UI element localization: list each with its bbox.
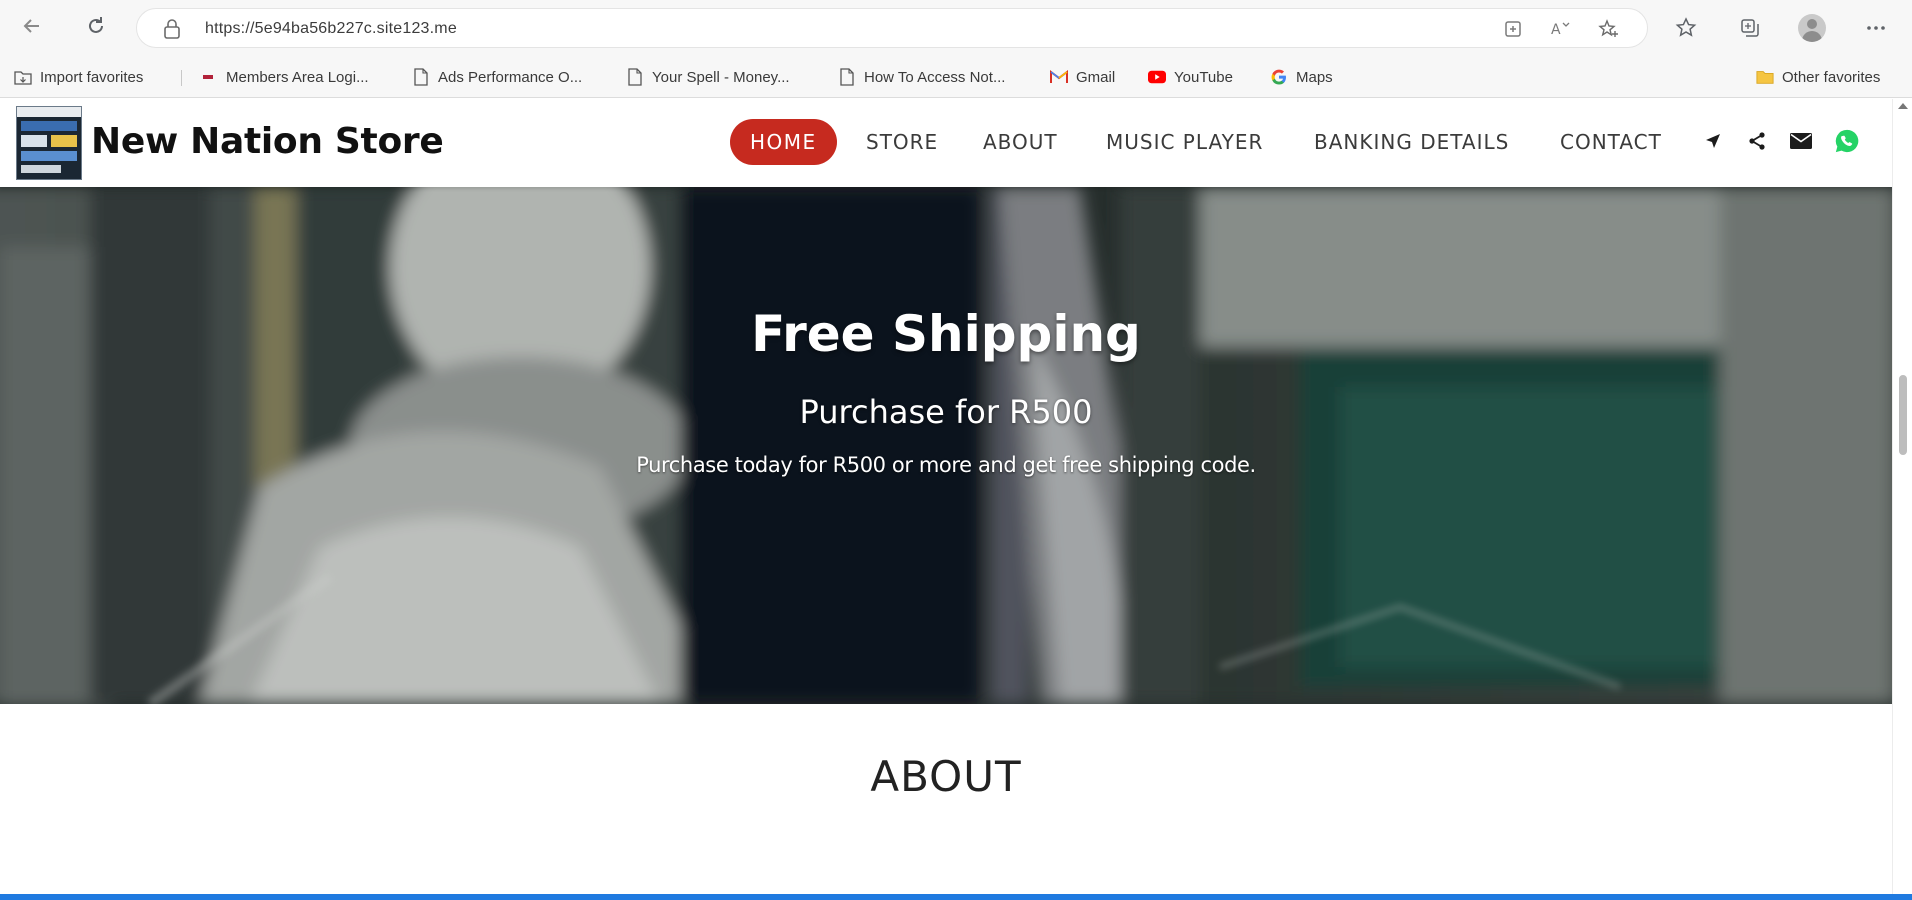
nav-music-player[interactable]: MUSIC PLAYER <box>1106 119 1263 165</box>
hero-description: Purchase today for R500 or more and get … <box>636 453 1256 477</box>
reload-icon <box>89 17 103 33</box>
scroll-up-arrow-icon[interactable] <box>1898 103 1908 109</box>
add-favorite-icon[interactable] <box>1597 17 1621 41</box>
bookmark-separator <box>181 70 182 86</box>
envelope-icon[interactable] <box>1788 128 1814 154</box>
favorites-star-icon <box>1675 17 1697 37</box>
site-logo[interactable] <box>16 106 82 180</box>
nav-store[interactable]: STORE <box>866 119 938 165</box>
site-title[interactable]: New Nation Store <box>91 121 444 162</box>
hero-banner: Free Shipping Purchase for R500 Purchase… <box>0 187 1892 704</box>
back-button[interactable] <box>12 6 52 46</box>
bookmark-label: Maps <box>1296 68 1333 86</box>
page-scrollbar[interactable] <box>1892 99 1912 900</box>
reload-button[interactable] <box>76 6 116 46</box>
collections-button[interactable] <box>1730 8 1770 48</box>
bookmark-your-spell[interactable]: Your Spell - Money... <box>626 65 790 89</box>
folder-import-icon <box>14 68 32 86</box>
read-aloud-icon[interactable]: A <box>1549 17 1573 41</box>
nav-home[interactable]: HOME <box>730 119 837 165</box>
profile-button[interactable] <box>1792 8 1832 48</box>
bookmark-label: Ads Performance O... <box>438 68 583 86</box>
bookmark-maps[interactable]: Maps <box>1270 65 1333 89</box>
bookmark-other-favorites[interactable]: Other favorites <box>1756 65 1880 89</box>
google-icon <box>1270 68 1288 86</box>
settings-menu-button[interactable] <box>1856 8 1896 48</box>
page-icon <box>626 68 644 86</box>
avatar <box>1798 14 1826 42</box>
about-section-heading: ABOUT <box>870 752 1022 801</box>
svg-text:A: A <box>1551 22 1561 38</box>
bookmark-label: YouTube <box>1174 68 1233 86</box>
browser-toolbar: https://5e94ba56b227c.site123.me A <box>0 0 1912 56</box>
address-bar[interactable]: https://5e94ba56b227c.site123.me A <box>136 8 1648 48</box>
bookmark-label: Your Spell - Money... <box>652 68 790 86</box>
folder-icon <box>1756 68 1774 86</box>
bookmark-gmail[interactable]: Gmail <box>1050 65 1115 89</box>
nav-banking-details[interactable]: BANKING DETAILS <box>1314 119 1509 165</box>
nav-contact[interactable]: CONTACT <box>1560 119 1662 165</box>
window-bottom-accent <box>0 894 1912 900</box>
bookmark-youtube[interactable]: YouTube <box>1148 65 1233 89</box>
bookmark-ads-performance[interactable]: Ads Performance O... <box>412 65 582 89</box>
hero-subtitle: Purchase for R500 <box>799 393 1093 431</box>
gmail-icon <box>1050 68 1068 86</box>
bookmark-how-to-access[interactable]: How To Access Not... <box>838 65 1005 89</box>
bookmark-label: Import favorites <box>40 68 144 86</box>
site-icon <box>200 68 218 86</box>
share-icon[interactable] <box>1744 128 1770 154</box>
site-header: New Nation Store HOME STORE ABOUT MUSIC … <box>0 99 1892 187</box>
app-available-icon[interactable] <box>1501 17 1525 41</box>
bookmark-import-favorites[interactable]: Import favorites <box>14 65 143 89</box>
collections-icon <box>1741 19 1759 37</box>
youtube-icon <box>1148 68 1166 86</box>
lock-icon[interactable] <box>161 19 183 39</box>
bookmark-label: Members Area Logi... <box>226 68 369 86</box>
url-text[interactable]: https://5e94ba56b227c.site123.me <box>205 20 457 38</box>
favorites-button[interactable] <box>1666 8 1706 48</box>
page-icon <box>412 68 430 86</box>
bookmark-label: How To Access Not... <box>864 68 1006 86</box>
bookmark-label: Gmail <box>1076 68 1116 86</box>
whatsapp-icon[interactable] <box>1834 128 1860 154</box>
more-horizontal-icon <box>1867 26 1885 30</box>
back-arrow-icon <box>23 19 39 33</box>
page-icon <box>838 68 856 86</box>
favorites-bar: Import favorites Members Area Logi... Ad… <box>0 56 1912 98</box>
bookmark-members-area[interactable]: Members Area Logi... <box>200 65 369 89</box>
scroll-thumb[interactable] <box>1899 375 1907 455</box>
hero-overlay <box>0 187 1892 704</box>
hero-title: Free Shipping <box>751 305 1141 363</box>
bookmark-label: Other favorites <box>1782 68 1881 86</box>
nav-about[interactable]: ABOUT <box>983 119 1058 165</box>
location-arrow-icon[interactable] <box>1700 128 1726 154</box>
